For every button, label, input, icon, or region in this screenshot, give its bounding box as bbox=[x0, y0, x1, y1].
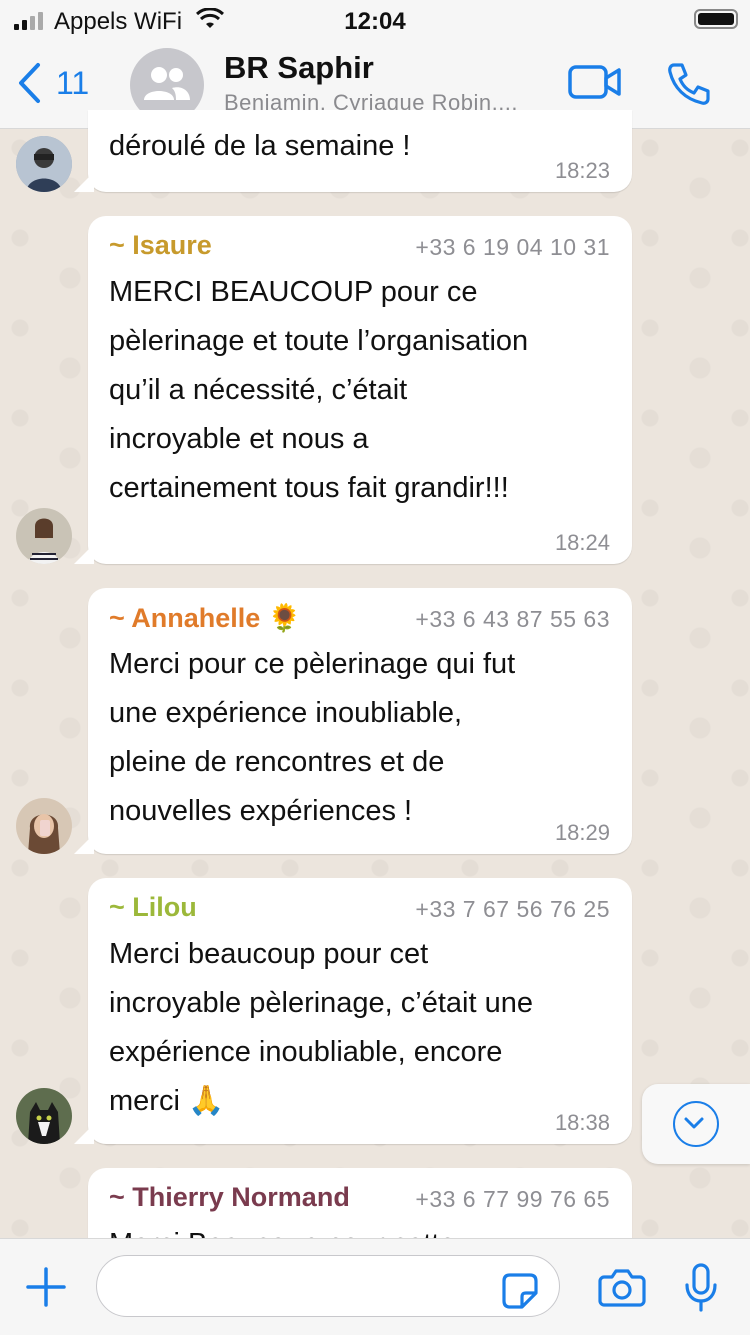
avatar[interactable] bbox=[16, 798, 72, 854]
sender-name[interactable]: ~ Annahelle 🌻 bbox=[109, 602, 301, 634]
message-header: ~ Lilou +33 7 67 56 76 25 bbox=[109, 892, 612, 928]
message-bubble[interactable]: ~ Thierry Normand +33 6 77 99 76 65 Merc… bbox=[88, 1168, 632, 1238]
camera-button[interactable] bbox=[598, 1267, 646, 1312]
unread-count: 11 bbox=[56, 64, 90, 101]
message-text: déroulé de la semaine ! bbox=[109, 130, 411, 162]
avatar[interactable] bbox=[16, 136, 72, 192]
phone-icon bbox=[668, 63, 710, 105]
video-camera-icon bbox=[568, 65, 621, 99]
message-bubble[interactable]: ~ Lilou +33 7 67 56 76 25 Merci beaucoup… bbox=[74, 878, 632, 1144]
video-call-button[interactable] bbox=[568, 64, 622, 105]
message-header: ~ Annahelle 🌻 +33 6 43 87 55 63 bbox=[109, 602, 612, 638]
message-time: 18:38 bbox=[554, 1110, 610, 1135]
message-text: Merci pour ce pèlerinage qui fut une exp… bbox=[109, 648, 516, 827]
composer-bar bbox=[0, 1238, 750, 1335]
battery-icon bbox=[694, 9, 738, 29]
sender-phone[interactable]: +33 7 67 56 76 25 bbox=[415, 896, 610, 923]
chat-title[interactable]: BR Saphir bbox=[224, 50, 374, 86]
group-icon bbox=[144, 67, 190, 100]
sticker-icon bbox=[502, 1273, 538, 1309]
chevron-down-icon bbox=[673, 1101, 719, 1147]
voice-message-button[interactable] bbox=[684, 1263, 718, 1318]
camera-icon bbox=[598, 1269, 646, 1307]
plus-icon bbox=[26, 1267, 66, 1307]
sender-name[interactable]: ~ Lilou bbox=[109, 892, 197, 923]
sender-name[interactable]: ~ Isaure bbox=[109, 230, 212, 261]
sender-phone[interactable]: +33 6 43 87 55 63 bbox=[415, 606, 610, 633]
microphone-icon bbox=[685, 1263, 717, 1312]
chevron-left-icon bbox=[19, 63, 40, 103]
sticker-button[interactable] bbox=[500, 1271, 540, 1316]
scroll-to-bottom-button[interactable] bbox=[642, 1084, 750, 1164]
clock: 12:04 bbox=[344, 8, 406, 35]
sender-phone[interactable]: +33 6 77 99 76 65 bbox=[415, 1186, 610, 1213]
message-text: MERCI BEAUCOUP pour ce pèlerinage et tou… bbox=[109, 276, 529, 504]
message-input[interactable] bbox=[96, 1255, 560, 1317]
message-bubble[interactable]: déroulé de la semaine ! 18:23 bbox=[74, 110, 632, 192]
message-header: ~ Thierry Normand +33 6 77 99 76 65 bbox=[109, 1182, 612, 1218]
message-bubble[interactable]: ~ Annahelle 🌻 +33 6 43 87 55 63 Merci po… bbox=[74, 588, 632, 854]
status-bar: Appels WiFi 12:04 bbox=[0, 0, 750, 42]
message-header: ~ Isaure +33 6 19 04 10 31 bbox=[109, 230, 612, 266]
sender-phone[interactable]: +33 6 19 04 10 31 bbox=[415, 234, 610, 261]
message-time: 18:23 bbox=[554, 158, 610, 183]
sender-name[interactable]: ~ Thierry Normand bbox=[109, 1182, 350, 1213]
voice-call-button[interactable] bbox=[666, 62, 712, 111]
message-text: Merci Beaucoup pour cette bbox=[109, 1220, 612, 1238]
message-time: 18:29 bbox=[554, 820, 610, 845]
message-time: 18:24 bbox=[554, 530, 610, 555]
message-bubble[interactable]: ~ Isaure +33 6 19 04 10 31 MERCI BEAUCOU… bbox=[74, 216, 632, 564]
attach-button[interactable] bbox=[24, 1265, 68, 1314]
back-button[interactable]: 11 bbox=[16, 62, 89, 104]
avatar[interactable] bbox=[16, 508, 72, 564]
avatar[interactable] bbox=[16, 1088, 72, 1144]
message-text: Merci beaucoup pour cet incroyable pèler… bbox=[109, 938, 533, 1117]
